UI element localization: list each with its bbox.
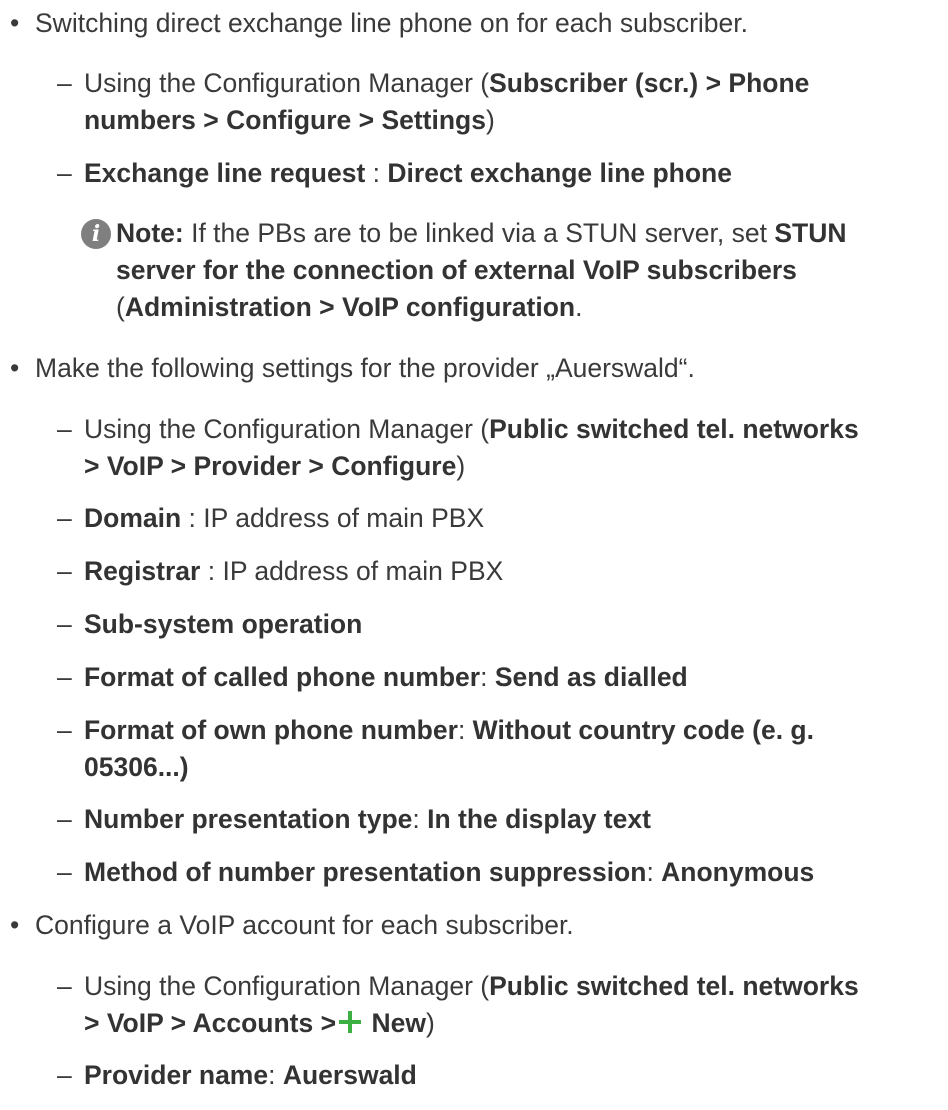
dash: – [57,857,72,887]
note-paren: ( [116,292,125,322]
config-path-cont: > VoIP > Provider > Configure [84,451,457,481]
setting-sep: : [268,1060,283,1090]
list-item-text: Make the following settings for the prov… [35,353,695,383]
setting-sep: : [480,662,495,692]
config-path-prefix: Using the Configuration Manager ( [84,414,490,444]
note-path: Administration > VoIP configuration [124,292,576,322]
setting-label: Provider name [84,1060,269,1090]
config-path-line: Using the Configuration Manager (Public … [84,968,859,1005]
setting-value: Direct exchange line phone [387,158,732,188]
note-line-3: (Administration > VoIP configuration. [116,289,582,326]
setting-line: Registrar : IP address of main PBX [84,553,503,590]
setting-label: Sub-system operation [84,609,363,639]
dash: – [57,804,72,834]
setting-value: Send as dialled [494,662,688,692]
info-icon: i [81,219,111,249]
config-path-prefix: Using the Configuration Manager ( [84,68,490,98]
setting-label: Number presentation type [84,804,413,834]
config-path-cont: > VoIP > Accounts > [84,1008,337,1038]
setting-sep: : [412,804,428,834]
config-path: Subscriber (scr.) > Phone [489,68,810,98]
setting-line: Method of number presentation suppressio… [84,854,814,891]
dash: – [57,609,72,639]
note-end: . [575,292,583,322]
note-bold: STUN [774,218,847,248]
config-path-line-2: > VoIP > Accounts > New) [84,1005,435,1042]
setting-value-cont: 05306...) [84,752,189,782]
setting-line: Domain : IP address of main PBX [84,500,484,537]
setting-line: Format of called phone number: Send as d… [84,659,688,696]
list-item-text: Switching direct exchange line phone on … [35,8,748,38]
setting-value: In the display text [427,804,651,834]
setting-sep: : [200,556,223,586]
setting-label: Format of called phone number [84,662,481,692]
dash: – [57,715,72,745]
setting-sep: : [181,503,204,533]
setting-line: Provider name: Auerswald [84,1057,417,1094]
dash: – [57,158,72,188]
setting-line: Sub-system operation [84,606,362,643]
config-path-prefix: Using the Configuration Manager ( [84,971,490,1001]
config-path-line: Using the Configuration Manager (Public … [84,411,859,448]
setting-value: Auerswald [282,1060,417,1090]
setting-label: Exchange line request [84,158,366,188]
config-path: Public switched tel. networks [489,414,859,444]
setting-value: IP address of main PBX [222,556,504,586]
note-label: Note: [116,218,184,248]
dash: – [57,1060,72,1090]
dash: – [57,503,72,533]
note-line-2: server for the connection of external Vo… [116,252,797,289]
config-path-suffix: ) [485,105,495,135]
bullet: • [10,8,20,38]
setting-sep: : [646,857,662,887]
config-path-line-2: > VoIP > Provider > Configure) [84,448,465,485]
setting-value: Without country code (e. g. [472,715,814,745]
setting-value: Anonymous [661,857,815,887]
dash: – [57,556,72,586]
note-bold-2: server for the connection of external Vo… [116,255,797,285]
setting-label: Domain [84,503,182,533]
dash: – [57,662,72,692]
config-path: Public switched tel. networks [489,971,859,1001]
plus-icon [337,1009,363,1035]
dash: – [57,68,72,98]
setting-label: Registrar [84,556,201,586]
config-path-line: Using the Configuration Manager (Subscri… [84,65,809,102]
bullet: • [10,353,20,383]
setting-line: Format of own phone number: Without coun… [84,712,814,749]
bullet: • [10,910,20,940]
setting-label: Method of number presentation suppressio… [84,857,647,887]
setting-label: Format of own phone number [84,715,458,745]
dash: – [57,971,72,1001]
setting-line: Number presentation type: In the display… [84,801,651,838]
config-path-cont: numbers > Configure > Settings [84,105,486,135]
config-path-new: New [364,1008,426,1038]
note-line-1: Note: If the PBs are to be linked via a … [116,215,846,252]
setting-line-2: 05306...) [84,749,189,786]
list-item-text: Configure a VoIP account for each subscr… [35,910,574,940]
config-path-line-2: numbers > Configure > Settings) [84,102,495,139]
setting-sep: : [457,715,473,745]
setting-value: IP address of main PBX [203,503,485,533]
dash: – [57,414,72,444]
config-path-suffix: ) [456,451,466,481]
note-text: If the PBs are to be linked via a STUN s… [183,218,775,248]
config-path-suffix: ) [425,1008,435,1038]
setting-sep: : [365,158,388,188]
setting-line: Exchange line request : Direct exchange … [84,155,732,192]
